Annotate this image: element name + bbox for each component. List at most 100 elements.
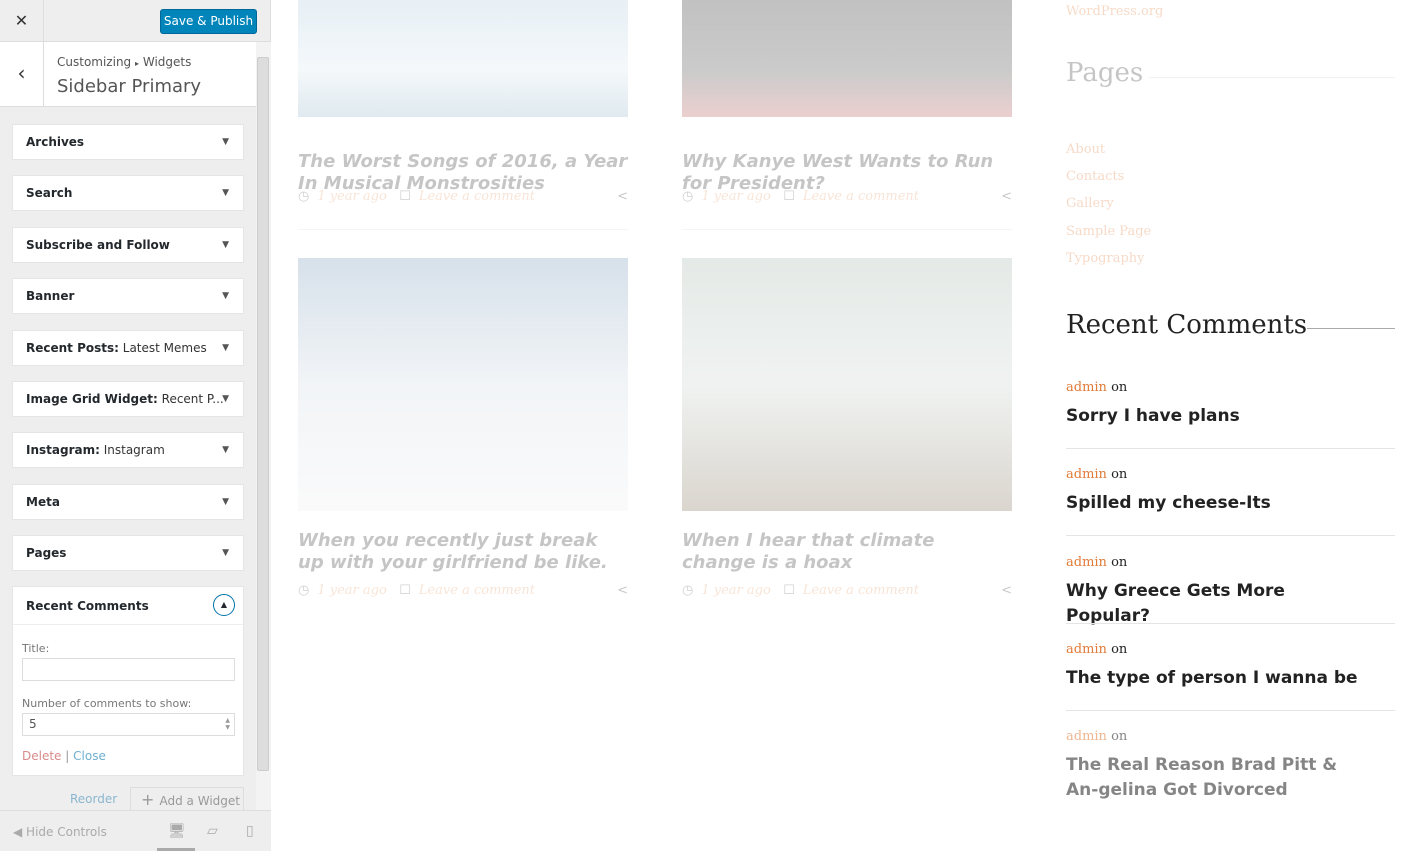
comment-icon: ☐ [399, 583, 411, 598]
scrollbar-thumb[interactable] [257, 57, 269, 771]
widget-title: Subscribe and Follow [26, 237, 170, 252]
widget-item[interactable]: Recent Posts: Latest Memes ▼ [12, 329, 244, 366]
widget-subtitle: Latest Memes [118, 340, 207, 355]
expand-arrow-icon[interactable]: ▼ [222, 433, 229, 467]
share-icon[interactable]: < [1001, 583, 1012, 598]
widget-header[interactable]: Recent Comments ▲ [13, 587, 243, 625]
collapse-arrow-icon[interactable]: ▲ [213, 594, 235, 616]
comment-meta: admin on [1066, 555, 1127, 570]
close-link[interactable]: Close [73, 749, 106, 763]
title-input[interactable] [22, 658, 235, 681]
section-title: Sidebar Primary [57, 76, 202, 97]
comment-post-title[interactable]: Sorry I have plans [1066, 404, 1366, 429]
widget-title: Recent Posts: [26, 340, 119, 355]
reorder-link[interactable]: Reorder [70, 792, 117, 806]
expand-arrow-icon[interactable]: ▼ [222, 536, 229, 570]
clock-icon: ◷ [682, 583, 694, 598]
breadcrumb-section: Widgets [142, 55, 192, 69]
comment-post-title[interactable]: The type of person I wanna be [1066, 666, 1366, 691]
page-link[interactable]: Contacts [1066, 169, 1124, 184]
comment-divider [1066, 622, 1395, 624]
post-image[interactable] [682, 258, 1012, 511]
post-time[interactable]: 1 year ago [317, 189, 386, 204]
collapse-icon: ◀ [13, 825, 27, 839]
widget-item[interactable]: Search ▼ [12, 175, 244, 212]
expand-arrow-icon[interactable]: ▼ [222, 176, 229, 210]
tablet-preview-icon[interactable]: ▱ [207, 823, 218, 839]
widget-item[interactable]: Archives ▼ [12, 124, 244, 160]
widget-subtitle: Instagram [99, 443, 165, 458]
spinner-arrows-icon[interactable]: ▲ ▼ [225, 717, 230, 731]
post-meta: ◷ 1 year ago ☐ Leave a comment < [298, 189, 628, 204]
save-publish-button[interactable]: Save & Publish [160, 9, 257, 34]
comment-author[interactable]: admin [1066, 467, 1107, 482]
post-time[interactable]: 1 year ago [701, 583, 770, 598]
comment-author[interactable]: admin [1066, 729, 1107, 744]
page-link[interactable]: Gallery [1066, 196, 1114, 211]
hide-controls-button[interactable]: ◀ Hide Controls [13, 825, 107, 839]
scrollbar[interactable] [256, 42, 271, 810]
page-link[interactable]: Sample Page [1066, 224, 1151, 239]
post-title[interactable]: When you recently just break up with you… [298, 530, 628, 574]
count-label: Number of comments to show: [22, 697, 192, 710]
widget-item[interactable]: Meta ▼ [12, 483, 244, 520]
widget-title: Recent Comments [26, 599, 149, 613]
expand-arrow-icon[interactable]: ▼ [222, 382, 229, 416]
expand-arrow-icon[interactable]: ▼ [222, 228, 229, 262]
post-time[interactable]: 1 year ago [317, 583, 386, 598]
comment-post-title[interactable]: Spilled my cheese-Its [1066, 491, 1366, 516]
close-icon[interactable]: ✕ [0, 0, 44, 42]
comment-meta: admin on [1066, 380, 1127, 395]
comment-author[interactable]: admin [1066, 642, 1107, 657]
post-image[interactable] [298, 258, 628, 511]
comment-icon: ☐ [399, 189, 411, 204]
delete-link[interactable]: Delete [22, 749, 61, 763]
page-link[interactable]: About [1066, 142, 1105, 157]
widget-item[interactable]: Pages ▼ [12, 535, 244, 572]
widget-item[interactable]: Banner ▼ [12, 278, 244, 315]
post-meta: ◷ 1 year ago ☐ Leave a comment < [682, 189, 1012, 204]
back-chevron-icon[interactable]: ‹ [0, 42, 44, 107]
post-image[interactable] [682, 0, 1012, 117]
comment-on: on [1111, 641, 1128, 657]
comment-icon: ☐ [783, 583, 795, 598]
comment-post-title[interactable]: Why Greece Gets More Popular? [1066, 579, 1366, 629]
widget-recent-comments: Recent Comments ▲ Title: Number of commen… [12, 586, 244, 776]
comment-author[interactable]: admin [1066, 380, 1107, 395]
add-widget-button[interactable]: + Add a Widget [130, 787, 244, 812]
wordpress-link-text[interactable]: WordPress.org [1066, 4, 1163, 19]
title-label: Title: [22, 642, 50, 655]
widget-actions: Delete | Close [22, 749, 106, 763]
widget-title: Banner [26, 289, 75, 304]
expand-arrow-icon[interactable]: ▼ [222, 331, 229, 365]
comment-link[interactable]: Leave a comment [803, 189, 919, 204]
post-title[interactable]: When I hear that climate change is a hoa… [682, 530, 1012, 574]
mobile-preview-icon[interactable]: ▯ [246, 823, 254, 839]
comment-on: on [1111, 554, 1128, 570]
share-icon[interactable]: < [617, 189, 628, 204]
clock-icon: ◷ [298, 583, 310, 598]
expand-arrow-icon[interactable]: ▼ [222, 125, 229, 159]
widget-title: Image Grid Widget: [26, 392, 158, 406]
post-time[interactable]: 1 year ago [701, 189, 770, 204]
comment-link[interactable]: Leave a comment [419, 583, 535, 598]
desktop-preview-icon[interactable]: 🖥 [168, 823, 186, 839]
footer-bar: ◀ Hide Controls 🖥 ▱ ▯ [0, 810, 271, 851]
wordpress-link[interactable]: WordPress.org [1066, 0, 1163, 19]
count-stepper[interactable]: 5 ▲ ▼ [22, 713, 235, 736]
share-icon[interactable]: < [1001, 189, 1012, 204]
share-icon[interactable]: < [617, 583, 628, 598]
heading-divider [1149, 77, 1395, 78]
comment-author[interactable]: admin [1066, 555, 1107, 570]
widget-item[interactable]: Subscribe and Follow ▼ [12, 226, 244, 263]
comment-link[interactable]: Leave a comment [419, 189, 535, 204]
post-meta: ◷ 1 year ago ☐ Leave a comment < [298, 583, 628, 598]
expand-arrow-icon[interactable]: ▼ [222, 279, 229, 313]
widget-item[interactable]: Image Grid Widget: Recent P... ▼ [12, 381, 244, 417]
expand-arrow-icon[interactable]: ▼ [222, 485, 229, 519]
post-image[interactable] [298, 0, 628, 117]
page-link[interactable]: Typography [1066, 251, 1145, 266]
comment-post-title[interactable]: The Real Reason Brad Pitt & An-gelina Go… [1066, 753, 1366, 803]
comment-link[interactable]: Leave a comment [803, 583, 919, 598]
widget-item[interactable]: Instagram: Instagram ▼ [12, 432, 244, 469]
